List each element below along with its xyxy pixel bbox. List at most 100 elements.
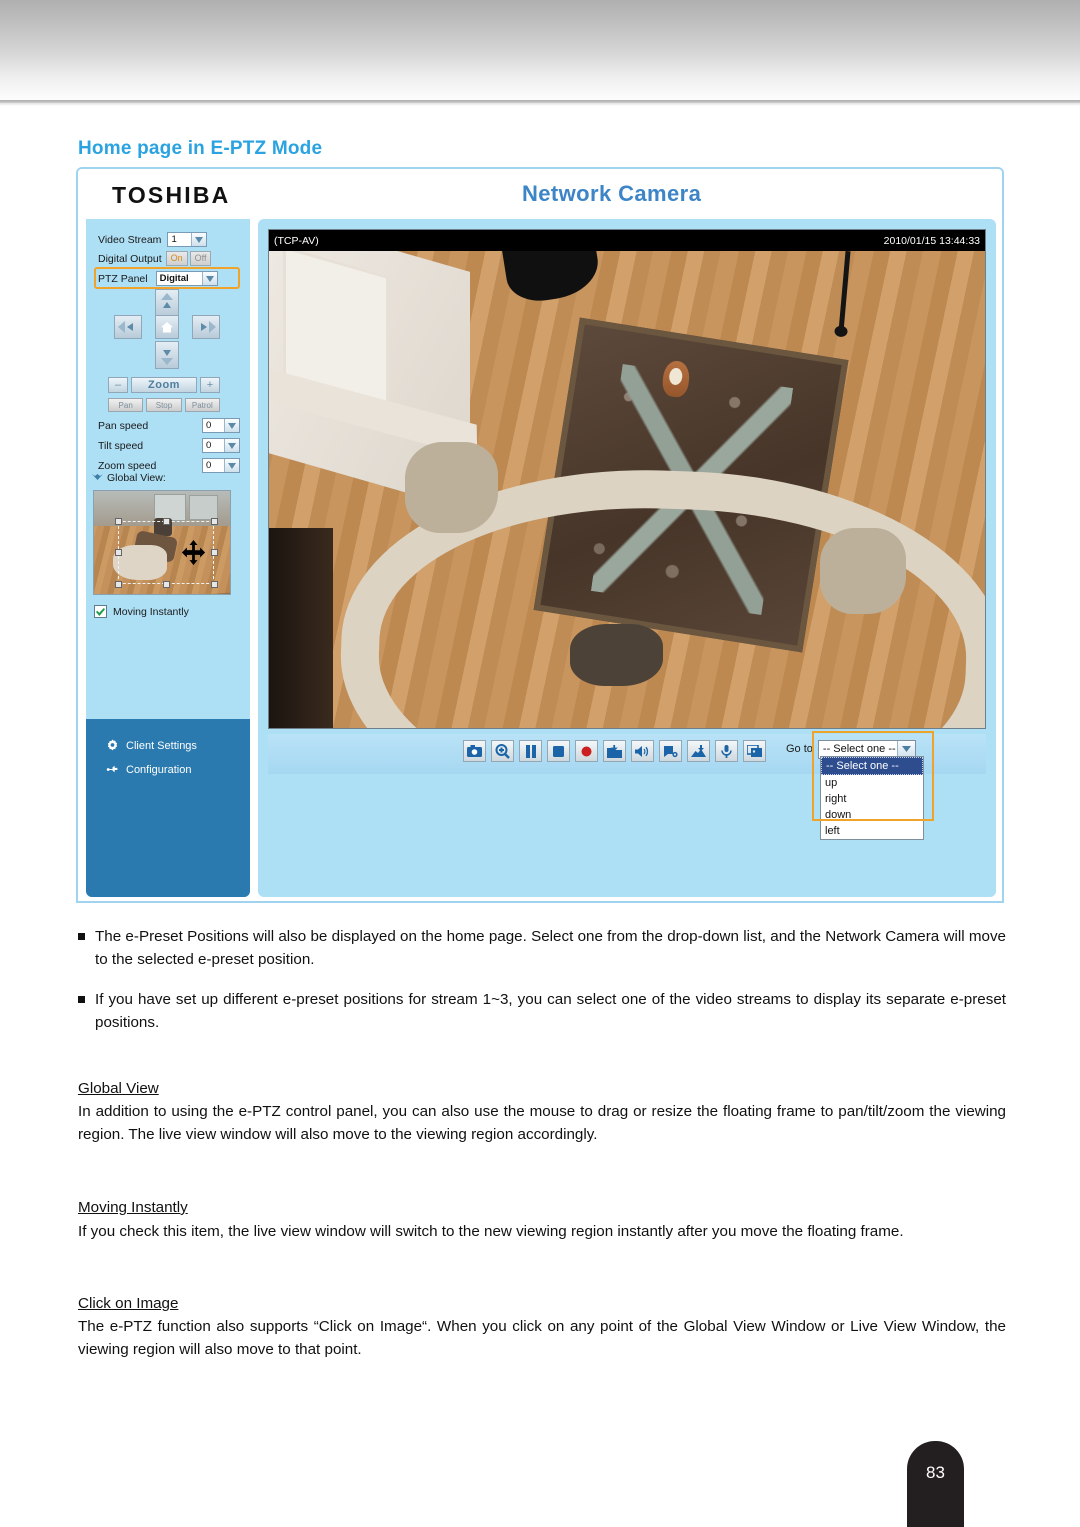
resize-handle[interactable] [163,518,170,525]
zoom-speed-select[interactable]: 0 [202,458,240,473]
application-window-screenshot: TOSHIBA Network Camera Client Settings C… [76,167,1004,903]
zoom-in-button[interactable]: + [200,377,220,393]
chevron-down-icon [224,439,239,452]
save-folder-icon[interactable] [603,740,626,762]
video-stream-row: Video Stream 1 [98,231,208,248]
sidebar-item-label: Configuration [126,763,192,776]
digital-output-label: Digital Output [98,252,162,265]
page-band-shadow [0,100,1080,106]
page-number: 83 [926,1463,945,1482]
video-stream-select[interactable]: 1 [167,232,208,247]
pan-speed-row: Pan speed 0 [98,417,240,434]
pan-speed-value: 0 [206,420,212,431]
osd-protocol: (TCP-AV) [274,234,319,247]
tilt-speed-row: Tilt speed 0 [98,437,240,454]
bullet-list: If you have set up different e-preset po… [78,988,1006,1034]
record-icon[interactable] [575,740,598,762]
section-heading: Global View [78,1080,159,1097]
digital-output-toggle[interactable]: On Off [165,251,212,266]
thumb-window-left [153,494,186,521]
sidebar-item-configuration[interactable]: Configuration [106,759,197,780]
bullet-text: If you have set up different e-preset po… [95,991,1006,1031]
tilt-speed-value: 0 [206,440,212,451]
pan-speed-label: Pan speed [98,419,149,432]
chevron-down-icon [896,740,915,758]
global-view-paragraph: In addition to using the e-PTZ control p… [78,1103,1006,1143]
resize-handle[interactable] [115,549,122,556]
moving-instantly-label: Moving Instantly [113,605,189,618]
ptz-left-button[interactable] [114,315,142,339]
section-heading: Click on Image [78,1295,179,1312]
ptz-panel-row: PTZ Panel Digital [98,270,218,287]
thumb-window-right [189,495,219,520]
goto-dropdown-list[interactable]: -- Select one -- up right down left [820,756,924,840]
ptz-right-button[interactable] [192,315,220,339]
zoom-controls: – Zoom + [108,377,220,393]
click-on-image-heading: Click on Image [78,1292,1006,1315]
digital-output-on-button[interactable]: On [165,251,188,266]
global-view-header[interactable]: Global View: [92,472,166,484]
moving-instantly-row[interactable]: Moving Instantly [94,605,189,618]
scene-cushion [820,528,907,615]
zoom-out-button[interactable]: – [108,377,128,393]
talk-icon[interactable] [659,740,682,762]
resize-handle[interactable] [211,581,218,588]
bullet-list: The e-Preset Positions will also be disp… [78,925,1006,971]
digital-output-off-button[interactable]: Off [189,251,212,266]
resize-handle[interactable] [163,581,170,588]
bullet-square-icon [78,996,85,1003]
snapshot-icon[interactable] [463,740,486,762]
resize-handle[interactable] [211,549,218,556]
video-stream-label: Video Stream [98,233,162,246]
full-screen-icon[interactable] [743,740,766,762]
stop-button[interactable]: Stop [146,398,182,412]
ptz-down-button[interactable] [155,341,179,369]
resize-handle[interactable] [211,518,218,525]
global-view-label: Global View: [107,472,166,484]
zoom-label: Zoom [131,377,197,393]
resize-handle[interactable] [115,518,122,525]
ptz-direction-pad [114,289,220,371]
storage-icon[interactable] [687,740,710,762]
scene-dark-left-edge [269,528,334,728]
patrol-button[interactable]: Patrol [184,398,220,412]
moving-instantly-checkbox[interactable] [94,605,107,618]
microphone-icon[interactable] [715,740,738,762]
dropdown-option[interactable]: up [821,775,923,791]
ptz-home-button[interactable] [155,315,179,339]
volume-icon[interactable] [631,740,654,762]
resize-handle[interactable] [115,581,122,588]
chevron-down-icon [191,233,207,246]
dropdown-option[interactable]: down [821,807,923,823]
bullet-item: The e-Preset Positions will also be disp… [78,925,1006,971]
goto-selected-value: -- Select one -- [822,743,896,755]
ptz-panel-select[interactable]: Digital [155,271,218,286]
zoom-speed-label: Zoom speed [98,459,157,472]
stop-icon[interactable] [547,740,570,762]
tilt-speed-select[interactable]: 0 [202,438,240,453]
pause-icon[interactable] [519,740,542,762]
global-view-heading: Global View [78,1077,1006,1100]
sidebar-dark-region: Client Settings Configuration [86,719,250,897]
dropdown-option[interactable]: right [821,791,923,807]
digital-zoom-icon[interactable] [491,740,514,762]
moving-instantly-heading: Moving Instantly [78,1196,1006,1219]
bullet-item: If you have set up different e-preset po… [78,988,1006,1034]
ptz-up-button[interactable] [155,289,179,317]
dropdown-option[interactable]: left [821,823,923,839]
live-view-window[interactable]: (TCP-AV) 2010/01/15 13:44:33 [268,229,986,729]
page-top-decorative-band [0,0,1080,103]
ptz-panel-label: PTZ Panel [98,272,148,285]
chevron-down-icon [224,459,239,472]
pan-stop-patrol-controls: Pan Stop Patrol [108,398,220,412]
chevron-down-icon [224,419,239,432]
pan-button[interactable]: Pan [108,398,144,412]
toshiba-logo: TOSHIBA [112,182,231,208]
pan-speed-select[interactable]: 0 [202,418,240,433]
page-title: Home page in E-PTZ Mode [78,138,323,159]
sidebar-menu: Client Settings Configuration [106,735,197,783]
chevron-down-icon [201,272,217,285]
sidebar-item-client-settings[interactable]: Client Settings [106,735,197,756]
app-header: TOSHIBA Network Camera [78,169,1002,219]
dropdown-option[interactable]: -- Select one -- [821,757,923,775]
